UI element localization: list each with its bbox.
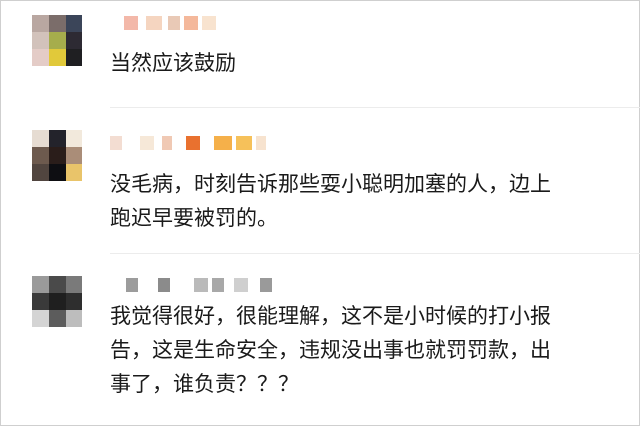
username-blur-block [236,136,252,150]
avatar-pixel [32,310,49,327]
username-blur-block [124,16,138,30]
username-blur-block [214,136,232,150]
avatar-pixel [32,293,49,310]
avatar[interactable] [32,15,82,81]
avatar-pixel [49,130,66,147]
avatar-pixel [49,147,66,164]
avatar-pixel [32,49,49,66]
avatar-pixel [66,15,82,32]
avatar-pixel [49,293,66,310]
avatar-pixel [66,164,82,181]
avatar-pixel [32,276,49,293]
comment-text: 我觉得很好，很能理解，这不是小时候的打小报 告，这是生命安全，违规没出事也就罚罚… [110,304,551,396]
divider [110,107,640,108]
avatar[interactable] [32,276,82,342]
avatar-pixel [32,32,49,49]
avatar-pixel [66,147,82,164]
avatar-pixel [66,130,82,147]
avatar-pixel [49,49,66,66]
comment-text: 当然应该鼓励 [110,51,236,75]
avatar-pixel [66,310,82,327]
username-blur-block [162,136,172,150]
username-blur-block [146,16,162,30]
username-blur-block [194,278,208,292]
avatar-pixel [49,15,66,32]
avatar-pixel [66,49,82,66]
avatar-pixel [66,293,82,310]
username-blur-block [234,278,248,292]
avatar-pixel [32,147,49,164]
avatar-pixel [32,15,49,32]
avatar-pixel [66,276,82,293]
avatar-pixel [49,310,66,327]
avatar-pixel [49,276,66,293]
username-blur-block [140,136,154,150]
avatar-pixel [66,32,82,49]
username-blur-block [186,136,200,150]
avatar[interactable] [32,130,82,196]
divider [110,253,640,254]
avatar-pixel [32,130,49,147]
username-blur-block [212,278,224,292]
avatar-pixel [32,164,49,181]
username-blur-block [168,16,180,30]
username-blur-block [126,278,138,292]
comment-text: 没毛病，时刻告诉那些耍小聪明加塞的人，边上 跑迟早要被罚的。 [110,172,551,230]
avatar-pixel [49,32,66,49]
username-blur-block [110,136,122,150]
username-blur-block [256,136,266,150]
username-blur-block [184,16,198,30]
username-blur-block [260,278,272,292]
username-blur-block [202,16,216,30]
username-blur-block [158,278,170,292]
avatar-pixel [49,164,66,181]
